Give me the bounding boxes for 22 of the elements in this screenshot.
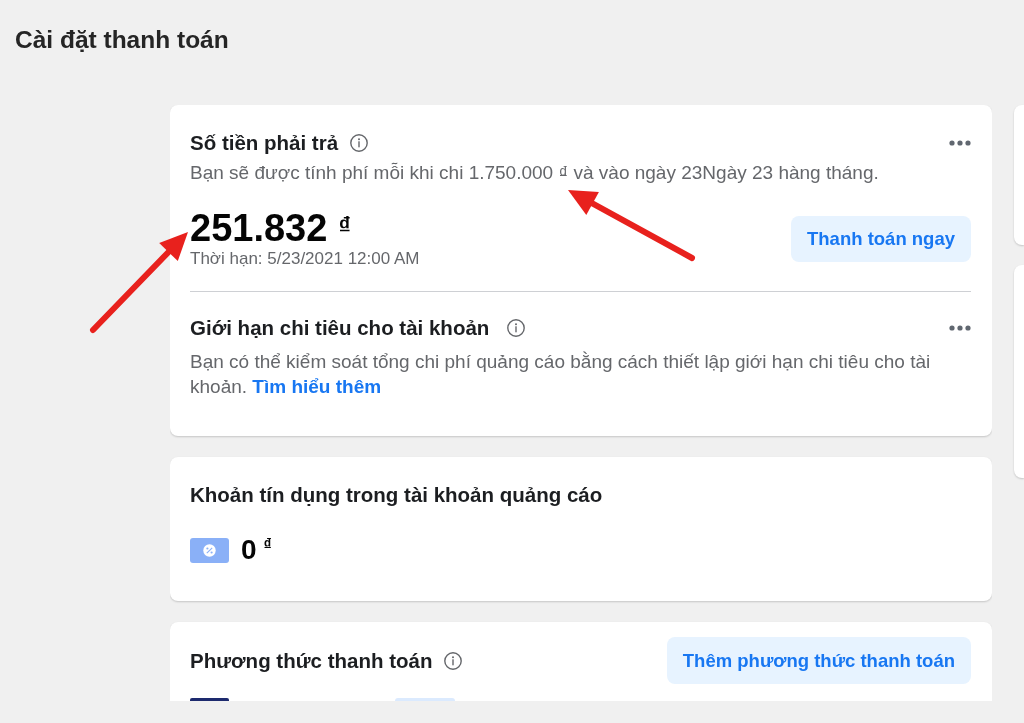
section-title: Khoản tín dụng trong tài khoản quảng cáo xyxy=(190,482,603,508)
info-icon[interactable] xyxy=(507,319,526,337)
billing-threshold-text: Bạn sẽ được tính phí mỗi khi chi 1.750.000 ₫ và vào ngày 23Ngày 23 hàng tháng. xyxy=(190,162,880,184)
discount-badge-icon xyxy=(190,537,229,563)
learn-more-link[interactable]: Tìm hiểu thêm xyxy=(252,376,382,397)
add-payment-method-button[interactable]: Thêm phương thức thanh toán xyxy=(666,637,971,684)
page-title: Cài đặt thanh toán xyxy=(14,25,230,54)
pay-now-button[interactable]: Thanh toán ngay xyxy=(791,216,971,262)
more-options-icon[interactable] xyxy=(949,140,971,146)
spending-limit-description: Bạn có thể kiểm soát tổng chi phí quảng cáo bằng cách thiết lập giới hạn chi tiêu cho tài khoản. Tìm hiểu thêm xyxy=(190,350,932,399)
currency-symbol: ₫ xyxy=(263,537,272,553)
due-date-text: Thời hạn: 5/23/2021 12:00 AM xyxy=(190,249,420,269)
section-title: Giới hạn chi tiêu cho tài khoản xyxy=(190,315,490,341)
payment-method-icon xyxy=(190,698,229,701)
section-title: Số tiền phải trả xyxy=(190,130,339,156)
more-options-icon[interactable] xyxy=(949,325,971,331)
info-icon[interactable] xyxy=(350,134,369,152)
section-title: Phương thức thanh toán xyxy=(190,647,433,674)
amount-due-value: 251.832 xyxy=(190,209,328,247)
info-icon[interactable] xyxy=(444,651,463,670)
ad-credit-value: 0 xyxy=(241,535,257,565)
currency-symbol: ₫ xyxy=(338,215,351,237)
